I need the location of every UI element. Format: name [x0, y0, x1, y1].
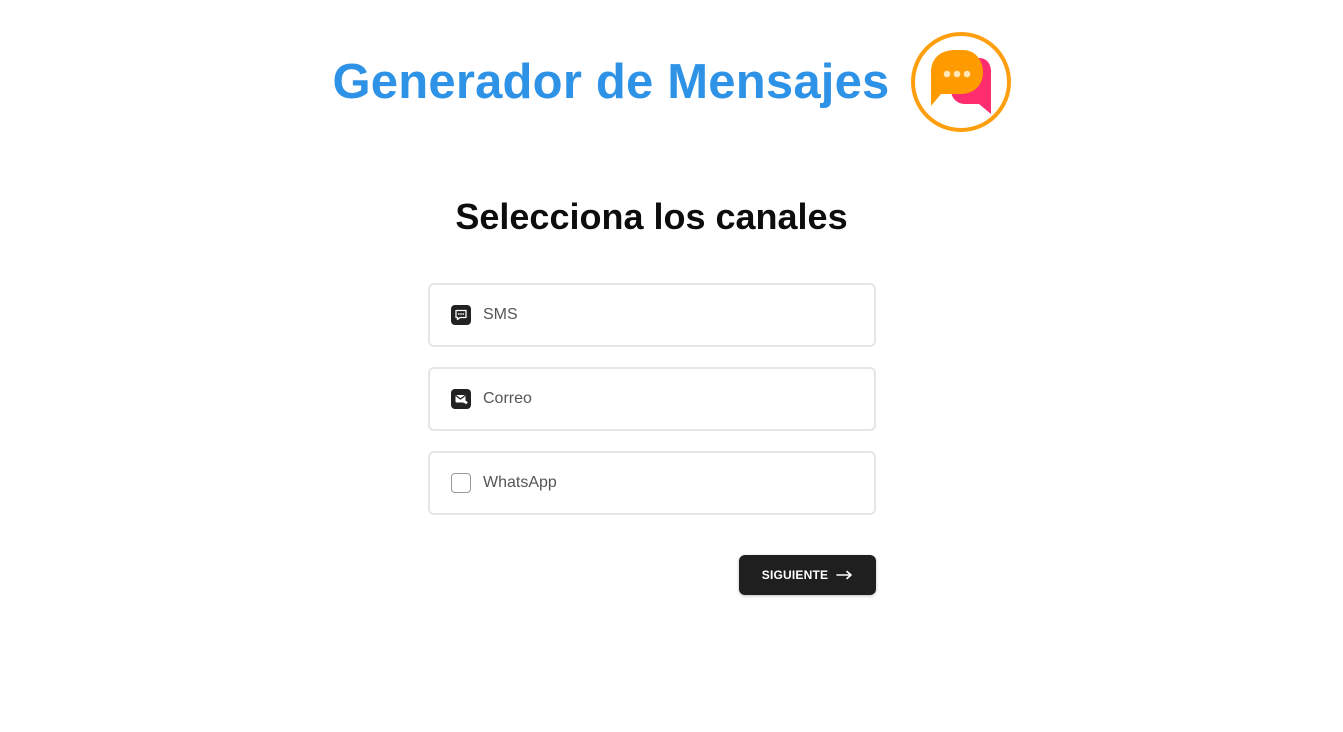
- channel-label-sms: SMS: [483, 306, 518, 323]
- channel-option-sms[interactable]: SMS: [428, 283, 876, 347]
- header: Generador de Mensajes: [0, 32, 1343, 132]
- page: Generador de Mensajes Selecciona los can…: [0, 0, 1343, 732]
- next-button-label: SIGUIENTE: [761, 568, 829, 582]
- channel-option-whatsapp[interactable]: WhatsApp: [428, 451, 876, 515]
- arrow-right-icon: [836, 570, 853, 580]
- channel-label-whatsapp: WhatsApp: [483, 474, 557, 491]
- app-title: Generador de Mensajes: [332, 55, 890, 109]
- chat-bubbles-icon: [910, 32, 1011, 132]
- channel-option-correo[interactable]: Correo: [428, 367, 876, 431]
- sms-icon[interactable]: [451, 305, 471, 325]
- next-button[interactable]: SIGUIENTE: [739, 555, 876, 595]
- mail-icon[interactable]: [451, 389, 471, 409]
- channel-list: SMS Correo WhatsApp: [428, 283, 876, 535]
- checkbox-empty-icon[interactable]: [451, 473, 471, 493]
- channel-label-correo: Correo: [483, 390, 532, 407]
- section-heading: Selecciona los canales: [455, 196, 848, 237]
